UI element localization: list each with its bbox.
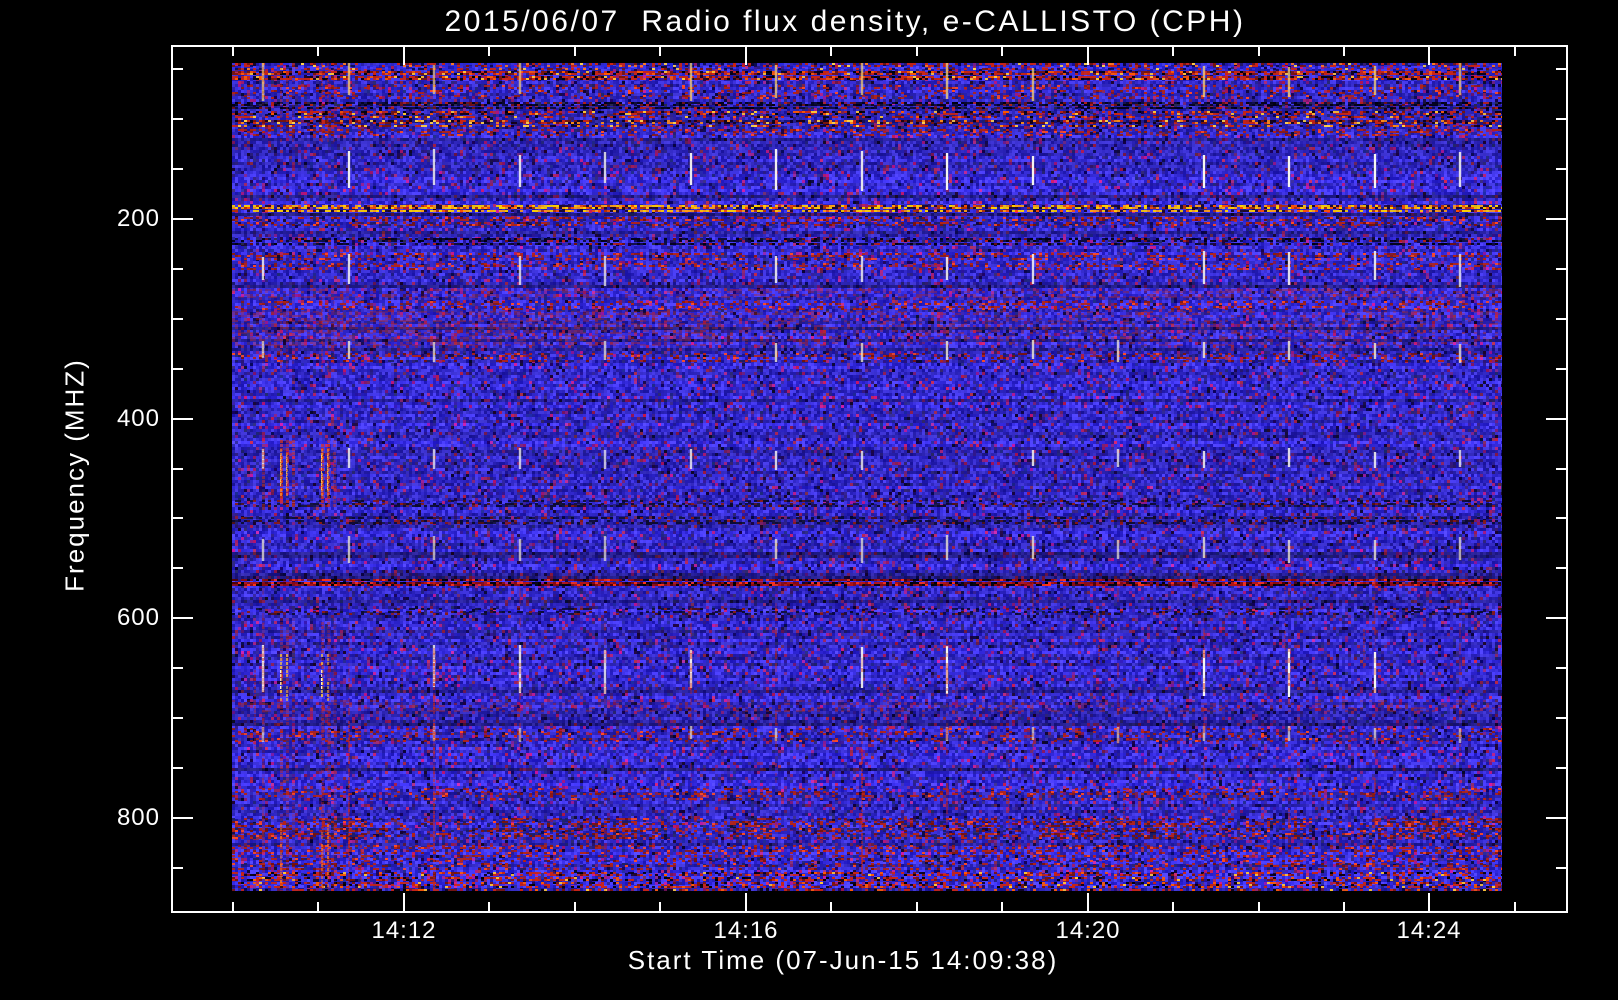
x-axis-tick bbox=[830, 47, 832, 56]
x-tick-label: 14:16 bbox=[713, 917, 779, 944]
x-axis-tick bbox=[1087, 893, 1089, 911]
spectrogram-plot: 2015/06/07 Radio flux density, e-CALLIST… bbox=[0, 0, 1618, 1000]
y-axis-tick bbox=[1556, 468, 1566, 470]
x-tick-label: 14:24 bbox=[1396, 917, 1462, 944]
y-axis-tick bbox=[1556, 68, 1566, 70]
y-axis-tick bbox=[1556, 368, 1566, 370]
x-axis-tick bbox=[574, 47, 576, 56]
x-axis-tick bbox=[574, 902, 576, 911]
x-axis-tick bbox=[659, 902, 661, 911]
y-axis-tick bbox=[173, 567, 183, 569]
y-axis-tick bbox=[173, 517, 183, 519]
x-axis-tick bbox=[1087, 47, 1089, 65]
x-axis-tick bbox=[1343, 47, 1345, 56]
y-axis-tick bbox=[1546, 418, 1566, 420]
x-axis-tick bbox=[1001, 902, 1003, 911]
y-tick-label: 400 bbox=[116, 405, 160, 432]
y-axis-tick bbox=[173, 368, 183, 370]
y-axis-tick bbox=[1546, 218, 1566, 220]
x-axis-tick bbox=[488, 47, 490, 56]
y-axis-tick bbox=[1556, 767, 1566, 769]
y-axis-tick bbox=[173, 318, 183, 320]
y-axis-tick bbox=[173, 418, 193, 420]
y-axis-tick bbox=[173, 817, 193, 819]
plot-frame bbox=[171, 45, 1568, 913]
y-axis-title: Frequency (MHZ) bbox=[59, 358, 90, 592]
y-axis-tick bbox=[1556, 717, 1566, 719]
y-axis-tick bbox=[1556, 667, 1566, 669]
y-axis-tick bbox=[173, 268, 183, 270]
x-axis-tick bbox=[745, 893, 747, 911]
x-axis-tick bbox=[1514, 47, 1516, 56]
x-axis-tick bbox=[232, 47, 234, 56]
y-axis-tick bbox=[1556, 268, 1566, 270]
x-axis-tick bbox=[1343, 902, 1345, 911]
y-axis-tick bbox=[173, 118, 183, 120]
x-axis-tick bbox=[317, 902, 319, 911]
y-axis-tick bbox=[173, 767, 183, 769]
y-axis-tick bbox=[173, 717, 183, 719]
y-axis-tick bbox=[173, 68, 183, 70]
y-axis-tick bbox=[1556, 867, 1566, 869]
x-axis-tick bbox=[403, 47, 405, 65]
y-tick-label: 800 bbox=[116, 804, 160, 831]
x-axis-tick bbox=[1172, 47, 1174, 56]
x-axis-tick bbox=[1172, 902, 1174, 911]
y-tick-label: 600 bbox=[116, 604, 160, 631]
x-tick-label: 14:12 bbox=[371, 917, 437, 944]
y-axis-tick bbox=[1556, 318, 1566, 320]
y-axis-tick bbox=[1556, 517, 1566, 519]
x-axis-tick bbox=[916, 902, 918, 911]
x-axis-tick bbox=[403, 893, 405, 911]
x-axis-tick bbox=[1258, 902, 1260, 911]
x-axis-tick bbox=[659, 47, 661, 56]
x-axis-tick bbox=[488, 902, 490, 911]
x-axis-tick bbox=[1514, 902, 1516, 911]
y-axis-tick bbox=[1556, 118, 1566, 120]
x-axis-tick bbox=[1428, 893, 1430, 911]
x-tick-label: 14:20 bbox=[1055, 917, 1121, 944]
x-axis-tick bbox=[1428, 47, 1430, 65]
y-axis-tick bbox=[1546, 617, 1566, 619]
y-axis-tick bbox=[173, 468, 183, 470]
y-axis-tick bbox=[173, 617, 193, 619]
y-axis-tick bbox=[173, 667, 183, 669]
y-axis-tick bbox=[173, 867, 183, 869]
x-axis-tick bbox=[830, 902, 832, 911]
x-axis-tick bbox=[1258, 47, 1260, 56]
x-axis-tick bbox=[916, 47, 918, 56]
y-axis-tick bbox=[1556, 567, 1566, 569]
y-axis-tick bbox=[1556, 168, 1566, 170]
x-axis-tick bbox=[232, 902, 234, 911]
y-tick-label: 200 bbox=[116, 205, 160, 232]
y-axis-tick bbox=[173, 218, 193, 220]
y-axis-tick bbox=[1546, 817, 1566, 819]
y-axis-tick bbox=[173, 168, 183, 170]
x-axis-tick bbox=[317, 47, 319, 56]
x-axis-tick bbox=[1001, 47, 1003, 56]
x-axis-title: Start Time (07-Jun-15 14:09:38) bbox=[627, 945, 1059, 975]
chart-title: 2015/06/07 Radio flux density, e-CALLIST… bbox=[444, 5, 1246, 38]
x-axis-tick bbox=[745, 47, 747, 65]
